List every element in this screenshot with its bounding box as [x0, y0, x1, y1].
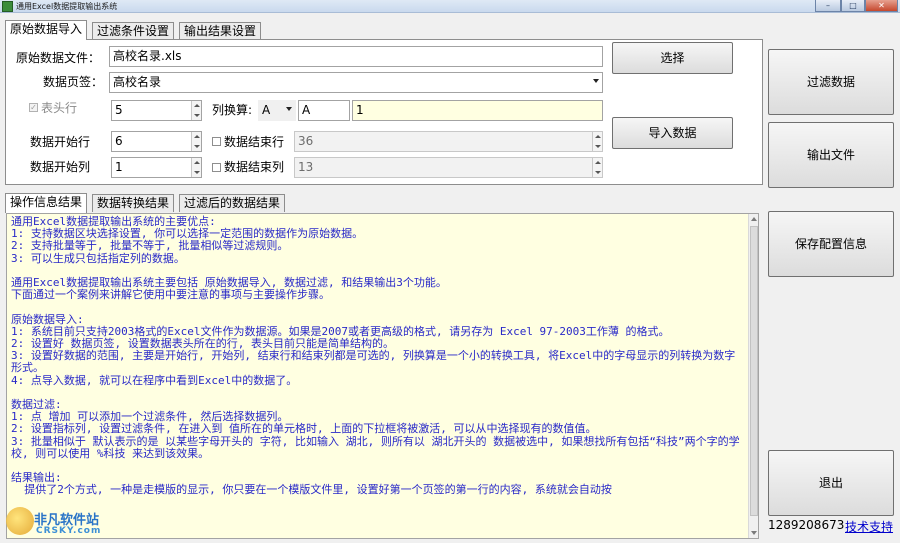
sheet-label: 数据页签：	[43, 75, 104, 89]
maximize-button[interactable]: □	[841, 0, 865, 12]
end-row-label: 数据结束行	[224, 135, 285, 149]
log-line: 3: 可以生成只包括指定列的数据。	[11, 251, 185, 265]
close-button[interactable]: ✕	[865, 0, 898, 12]
log-line: 提供了2个方式, 一种是走模版的显示, 你只要在一个模版文件里, 设置好第一个页…	[11, 483, 612, 497]
import-data-button[interactable]: 导入数据	[612, 117, 733, 149]
end-row-checkbox[interactable]	[212, 137, 221, 146]
minimize-button[interactable]: –	[815, 0, 841, 12]
tab-filtered-result[interactable]: 过滤后的数据结果	[179, 194, 286, 212]
chevron-down-icon	[286, 107, 292, 111]
watermark-domain: CRSKY.com	[36, 526, 102, 536]
tab-output-settings[interactable]: 输出结果设置	[179, 22, 262, 40]
log-line: 2: 设置指标列, 设置过滤条件, 在进入到 值所在的单元格时, 上面的下拉框将…	[11, 422, 597, 436]
start-row-value: 6	[115, 134, 123, 148]
watermark-logo-icon	[6, 507, 34, 535]
start-col-stepper[interactable]: 1	[111, 157, 202, 178]
spin-arrows-icon[interactable]	[592, 132, 602, 151]
tab-filter-settings[interactable]: 过滤条件设置	[92, 22, 175, 40]
end-col-value: 13	[298, 160, 314, 174]
select-file-button[interactable]: 选择	[612, 42, 733, 74]
column-convert-select-value: A	[262, 103, 271, 117]
end-row-stepper[interactable]: 36	[294, 131, 603, 152]
header-row-stepper[interactable]: 5	[111, 100, 202, 121]
file-label: 原始数据文件：	[16, 51, 101, 65]
start-col-value: 1	[115, 160, 123, 174]
exit-button[interactable]: 退出	[768, 450, 894, 516]
operation-log-text[interactable]: 通用Excel数据提取输出系统的主要优点: 1: 支持数据区块选择设置, 你可以…	[6, 213, 759, 539]
spin-arrows-icon[interactable]	[191, 132, 201, 151]
tech-support-link[interactable]: 技术支持	[845, 518, 893, 535]
window-title: 通用Excel数据提取输出系统	[16, 2, 118, 11]
support-number: 1289208673	[768, 518, 845, 532]
column-number-result: 1	[352, 100, 603, 121]
column-convert-label: 列换算:	[212, 103, 253, 117]
chevron-down-icon	[593, 79, 599, 83]
header-row-label: 表头行	[41, 101, 78, 115]
log-line: 2: 支持批量等于, 批量不等于, 批量相似等过滤规则。	[11, 239, 289, 253]
export-file-button[interactable]: 输出文件	[768, 122, 894, 188]
header-row-value: 5	[115, 103, 123, 117]
spin-arrows-icon[interactable]	[191, 101, 201, 120]
header-row-checkbox[interactable]: ✓	[29, 103, 38, 112]
tab-operation-log[interactable]: 操作信息结果	[5, 193, 88, 213]
end-col-checkbox[interactable]	[212, 163, 221, 172]
end-col-stepper[interactable]: 13	[294, 157, 603, 178]
title-bar: 通用Excel数据提取输出系统 – □ ✕	[0, 0, 900, 13]
scroll-down-icon[interactable]	[751, 531, 757, 535]
app-icon	[2, 1, 13, 12]
spin-arrows-icon[interactable]	[592, 158, 602, 177]
log-scrollbar[interactable]	[748, 214, 758, 538]
tab-data-import[interactable]: 原始数据导入	[5, 20, 88, 40]
log-line: 3: 批量相似于 默认表示的是 以某些字母开头的 字符, 比如输入 湖北, 则所…	[11, 434, 740, 460]
scroll-up-icon[interactable]	[751, 217, 757, 221]
scroll-thumb[interactable]	[750, 226, 758, 516]
filter-data-button[interactable]: 过滤数据	[768, 49, 894, 115]
log-line: 4: 点导入数据, 就可以在程序中看到Excel中的数据了。	[11, 373, 298, 387]
file-path-input[interactable]: 高校名录.xls	[109, 46, 603, 67]
log-line: 下面通过一个案例来讲解它使用中要注意的事项与主要操作步骤。	[11, 288, 330, 302]
log-line: 原始数据导入:	[11, 312, 84, 326]
save-config-button[interactable]: 保存配置信息	[768, 211, 894, 277]
end-row-value: 36	[298, 134, 314, 148]
start-row-label: 数据开始行	[30, 135, 91, 149]
spin-arrows-icon[interactable]	[191, 158, 201, 177]
site-watermark: 非凡软件站 CRSKY.com	[6, 505, 112, 541]
log-line: 3: 设置好数据的范围, 主要是开始行, 开始列, 结束行和结束列都是可选的, …	[11, 349, 736, 375]
tab-conversion-result[interactable]: 数据转换结果	[92, 194, 175, 212]
start-row-stepper[interactable]: 6	[111, 131, 202, 152]
sheet-select[interactable]: 高校名录	[109, 72, 603, 93]
sheet-select-value: 高校名录	[113, 75, 162, 89]
end-col-label: 数据结束列	[224, 160, 285, 174]
start-col-label: 数据开始列	[30, 160, 91, 174]
column-letter-input[interactable]: A	[298, 100, 350, 121]
column-convert-select[interactable]: A	[258, 100, 296, 121]
